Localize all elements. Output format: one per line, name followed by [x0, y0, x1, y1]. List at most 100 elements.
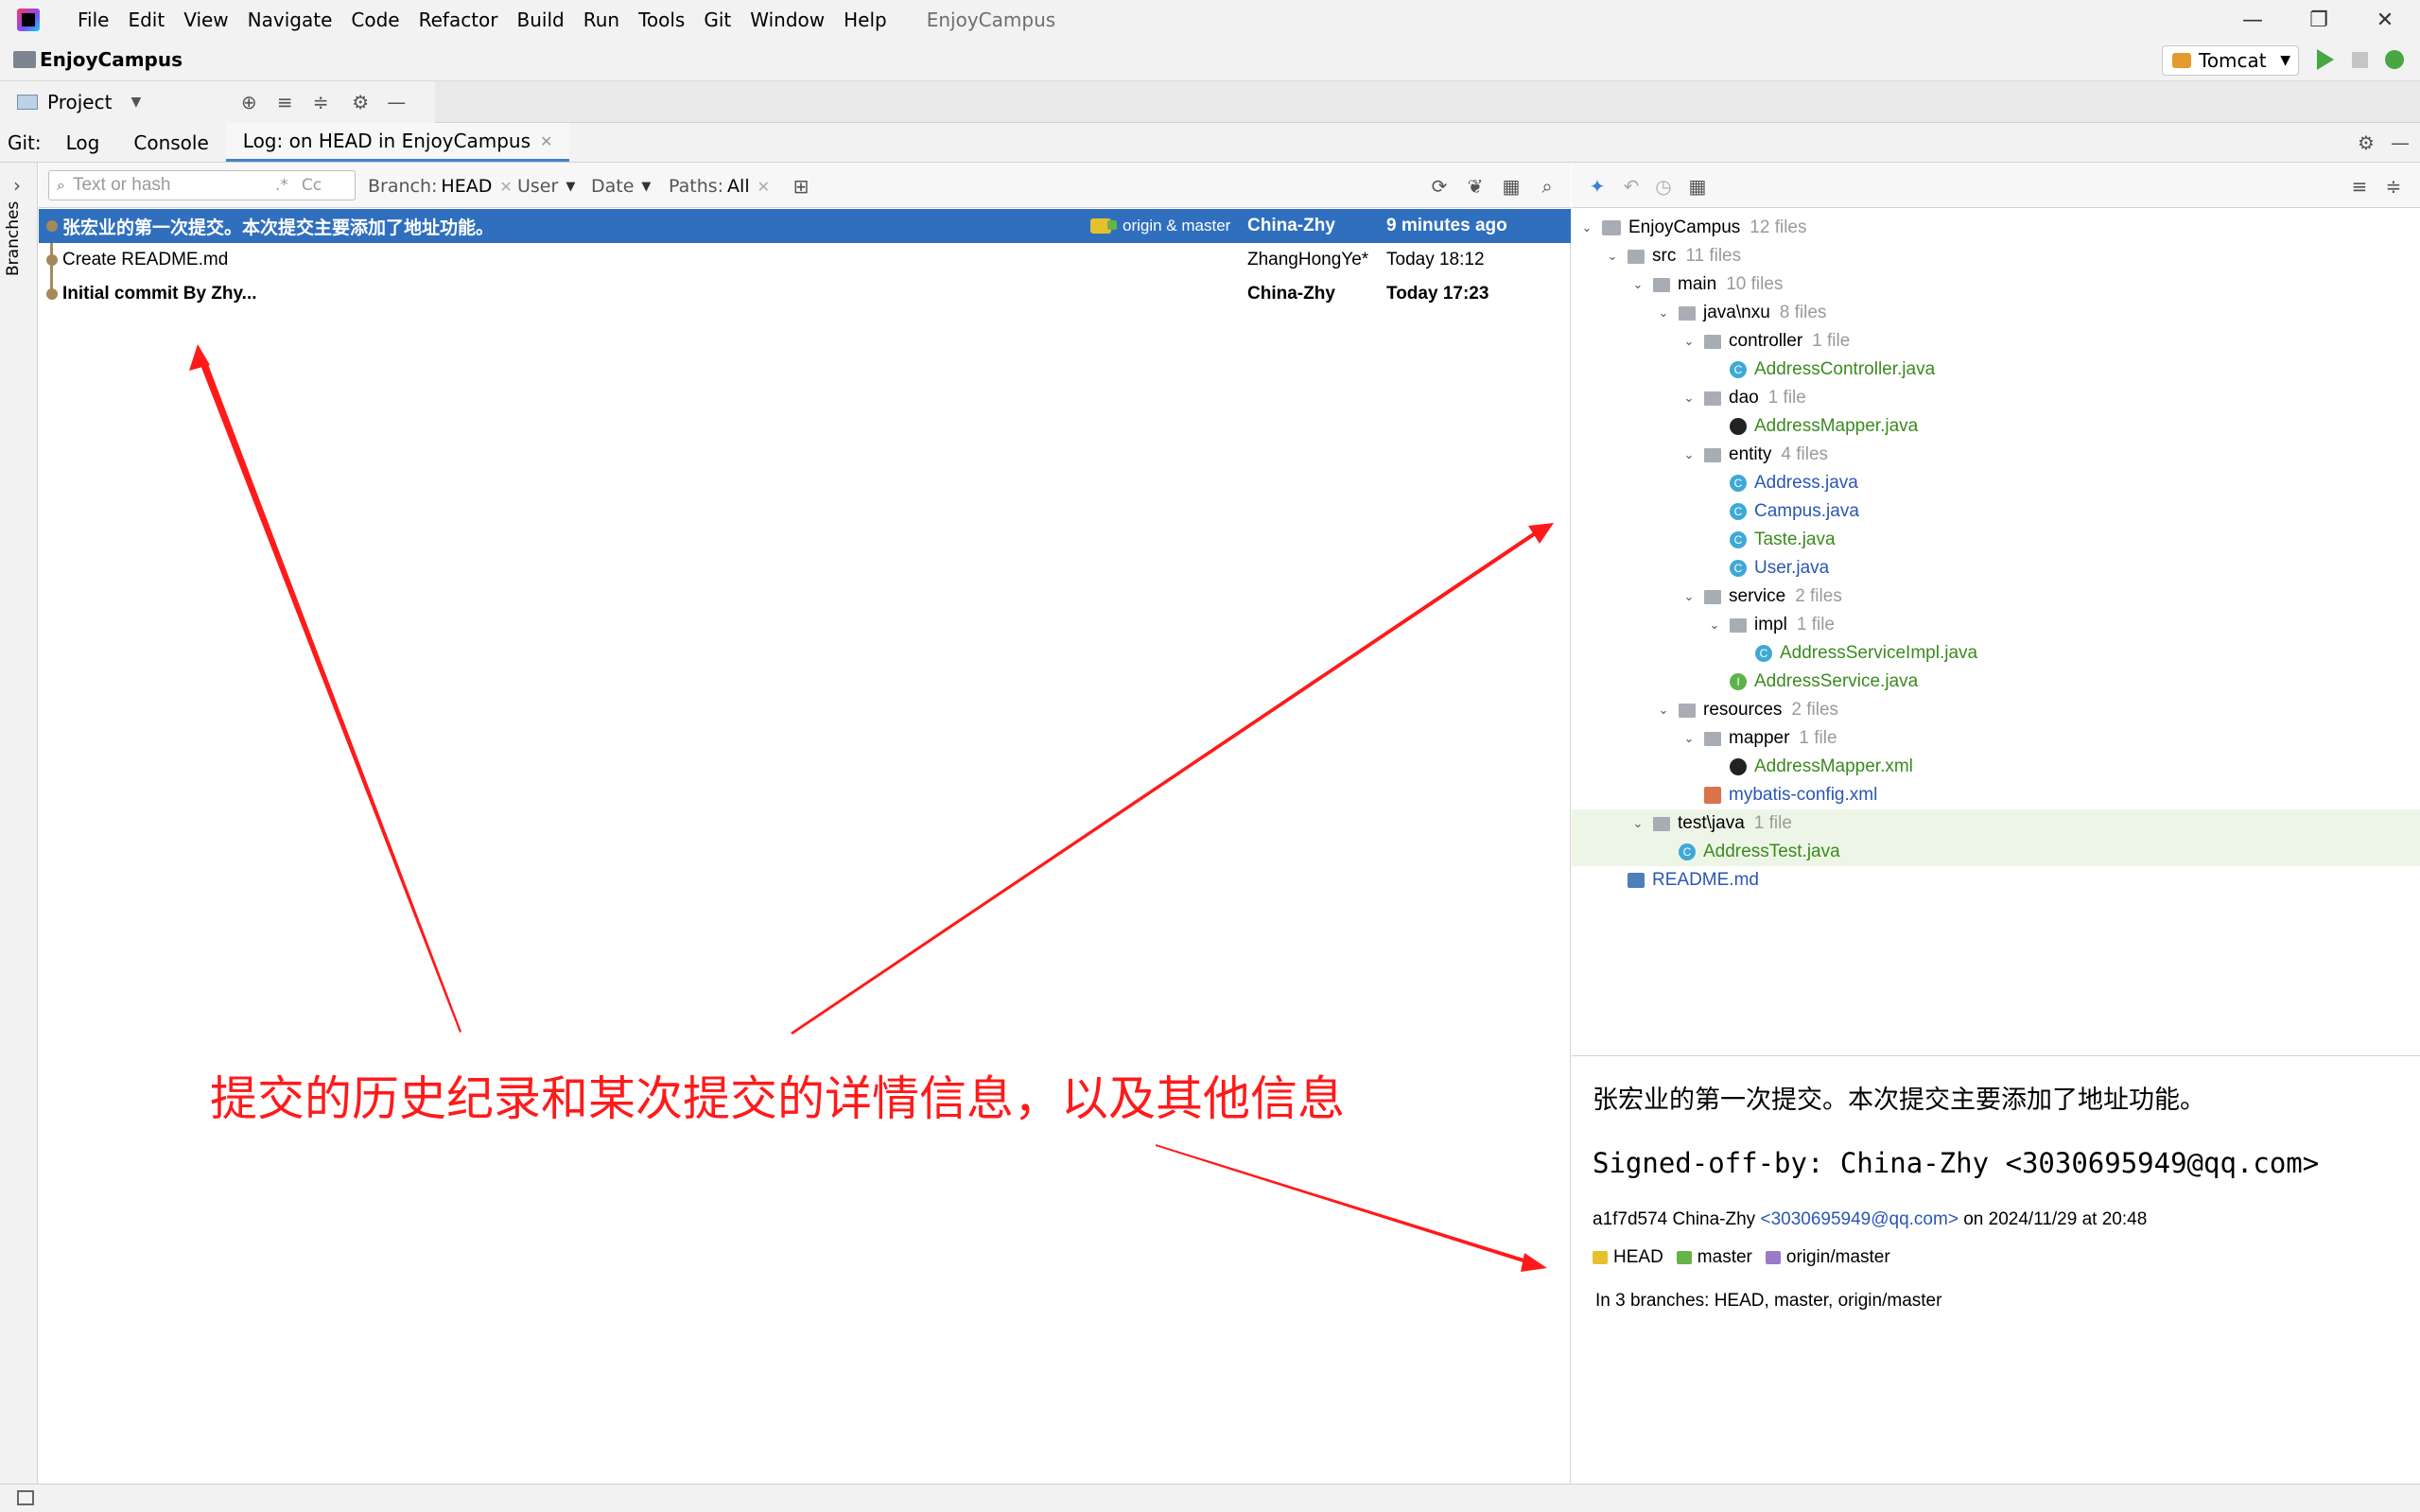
chevron-down-icon[interactable]: ⌄ — [1630, 816, 1645, 831]
tree-row[interactable]: ⌄ main 10 files — [1572, 270, 2420, 299]
tree-row[interactable]: ⌄ mapper 1 file — [1572, 724, 2420, 753]
hide-icon[interactable]: — — [383, 89, 409, 115]
tab-log[interactable]: Log — [49, 123, 117, 162]
chevron-down-icon[interactable]: ⌄ — [1681, 391, 1697, 406]
chevron-down-icon[interactable]: ⌄ — [1656, 703, 1671, 718]
expand-all-icon[interactable]: ≡ — [2347, 174, 2372, 199]
commit-row[interactable]: Initial commit By Zhy... China-Zhy Today… — [39, 277, 1571, 311]
menu-view[interactable]: View — [183, 9, 228, 31]
run-config-select[interactable]: Tomcat ▼ — [2162, 45, 2299, 76]
log-search-box[interactable]: ⌕ .* Cc — [48, 170, 356, 200]
menu-file[interactable]: File — [78, 9, 109, 31]
tree-row[interactable]: C Taste.java — [1572, 526, 2420, 554]
menu-navigate[interactable]: Navigate — [248, 9, 333, 31]
close-icon[interactable]: ✕ — [2357, 0, 2413, 40]
collapse-all-icon[interactable]: ≑ — [2381, 174, 2406, 199]
locate-icon[interactable]: ⊕ — [235, 89, 262, 115]
menu-refactor[interactable]: Refactor — [419, 9, 498, 31]
date-filter[interactable]: Date ▼ — [591, 176, 651, 197]
chevron-down-icon[interactable]: ⌄ — [1605, 249, 1620, 264]
tree-row[interactable]: ⌄ service 2 files — [1572, 582, 2420, 611]
commit-row[interactable]: 张宏业的第一次提交。本次提交主要添加了地址功能。 origin & master… — [39, 209, 1571, 243]
show-diff-icon[interactable]: ✦ — [1585, 174, 1610, 199]
tree-row[interactable]: ⌄ entity 4 files — [1572, 441, 2420, 469]
chevron-down-icon[interactable]: ⌄ — [1681, 334, 1697, 349]
tree-row[interactable]: ⌄ impl 1 file — [1572, 611, 2420, 639]
menu-tools[interactable]: Tools — [638, 9, 685, 31]
close-tab-icon[interactable]: ✕ — [540, 132, 552, 150]
cherry-pick-icon[interactable]: ❦ — [1463, 174, 1488, 199]
menu-run[interactable]: Run — [583, 9, 619, 31]
menu-git[interactable]: Git — [704, 9, 731, 31]
match-case-toggle[interactable]: Cc — [302, 176, 322, 195]
branch-filter[interactable]: Branch: HEAD ✕ — [368, 176, 513, 197]
chevron-down-icon[interactable]: ⌄ — [1707, 617, 1722, 633]
tab-log-head[interactable]: Log: on HEAD in EnjoyCampus ✕ — [225, 123, 570, 162]
tree-row[interactable]: ⌄ controller 1 file — [1572, 327, 2420, 356]
tree-row[interactable]: I AddressService.java — [1572, 668, 2420, 696]
tree-row[interactable]: ⌄ resources 2 files — [1572, 696, 2420, 724]
user-filter[interactable]: User ▼ — [517, 176, 575, 197]
tree-row[interactable]: C AddressServiceImpl.java — [1572, 639, 2420, 668]
tree-row[interactable]: ⌄ src 11 files — [1572, 242, 2420, 270]
tree-row[interactable]: ⌄ EnjoyCampus 12 files — [1572, 214, 2420, 242]
chevron-right-icon[interactable]: › — [13, 174, 21, 197]
tree-row[interactable]: ⌄ java\nxu 8 files — [1572, 299, 2420, 327]
revert-icon[interactable]: ↶ — [1619, 174, 1644, 199]
restore-icon[interactable]: ❐ — [2290, 0, 2347, 40]
tree-row[interactable]: AddressMapper.xml — [1572, 753, 2420, 781]
tree-row[interactable]: ⌄ dao 1 file — [1572, 384, 2420, 412]
chevron-down-icon[interactable]: ⌄ — [1579, 220, 1594, 235]
clear-branch-filter-icon[interactable]: ✕ — [499, 178, 512, 196]
menu-help[interactable]: Help — [844, 9, 887, 31]
gear-icon[interactable]: ⚙ — [347, 89, 374, 115]
commit-author: China-Zhy — [1247, 216, 1335, 235]
clear-paths-filter-icon[interactable]: ✕ — [757, 178, 770, 196]
expand-all-icon[interactable]: ≡ — [271, 89, 298, 115]
view-options-icon[interactable]: ▦ — [1499, 174, 1523, 199]
search-icon[interactable]: ⌕ — [1535, 174, 1559, 199]
gear-icon[interactable]: ⚙ — [2353, 130, 2379, 156]
tree-row[interactable]: C User.java — [1572, 554, 2420, 582]
chevron-down-icon[interactable]: ▼ — [131, 95, 141, 110]
minimize-icon[interactable]: — — [2224, 0, 2281, 40]
new-tab-icon[interactable]: ⊞ — [789, 174, 813, 199]
paths-filter[interactable]: Paths: All ✕ — [669, 176, 770, 197]
tree-row[interactable]: README.md — [1572, 866, 2420, 895]
collapse-all-icon[interactable]: ≑ — [307, 89, 334, 115]
commit-row[interactable]: Create README.md ZhangHongYe* Today 18:1… — [39, 243, 1571, 277]
hide-icon[interactable]: — — [2387, 130, 2413, 156]
regex-toggle[interactable]: .* — [275, 176, 288, 195]
chevron-down-icon[interactable]: ⌄ — [1681, 589, 1697, 604]
refresh-icon[interactable]: ⟳ — [1427, 174, 1452, 199]
log-search-input[interactable] — [72, 175, 262, 196]
tree-row[interactable]: ⌄ test\java 1 file — [1572, 809, 2420, 838]
group-by-icon[interactable]: ▦ — [1685, 174, 1710, 199]
chevron-down-icon[interactable]: ⌄ — [1630, 277, 1645, 292]
tree-row[interactable]: C Campus.java — [1572, 497, 2420, 526]
tool-windows-icon[interactable] — [17, 1490, 34, 1505]
tree-row[interactable]: mybatis-config.xml — [1572, 781, 2420, 809]
project-view-dropdown[interactable]: Project — [47, 91, 112, 113]
chevron-down-icon[interactable]: ⌄ — [1681, 447, 1697, 462]
debug-icon[interactable] — [2385, 50, 2404, 69]
stop-icon[interactable] — [2352, 52, 2368, 68]
commit-branches: In 3 branches: HEAD, master, origin/mast… — [1595, 1291, 1942, 1311]
commit-hash[interactable]: a1f7d574 — [1593, 1209, 1667, 1229]
tab-console[interactable]: Console — [116, 123, 225, 162]
chevron-down-icon[interactable]: ⌄ — [1656, 305, 1671, 321]
menu-edit[interactable]: Edit — [128, 9, 165, 31]
menu-build[interactable]: Build — [517, 9, 565, 31]
chevron-down-icon[interactable]: ⌄ — [1681, 731, 1697, 746]
tree-row[interactable]: C AddressController.java — [1572, 356, 2420, 384]
tree-row[interactable]: C AddressTest.java — [1572, 838, 2420, 866]
menu-window[interactable]: Window — [750, 9, 825, 31]
branches-toggle[interactable]: Branches — [4, 200, 23, 276]
project-name[interactable]: EnjoyCampus — [40, 48, 183, 71]
commit-email-link[interactable]: <3030695949@qq.com> — [1760, 1209, 1958, 1229]
run-icon[interactable] — [2317, 49, 2334, 70]
history-icon[interactable]: ◷ — [1651, 174, 1676, 199]
menu-code[interactable]: Code — [351, 9, 399, 31]
tree-row[interactable]: C Address.java — [1572, 469, 2420, 497]
tree-row[interactable]: AddressMapper.java — [1572, 412, 2420, 441]
